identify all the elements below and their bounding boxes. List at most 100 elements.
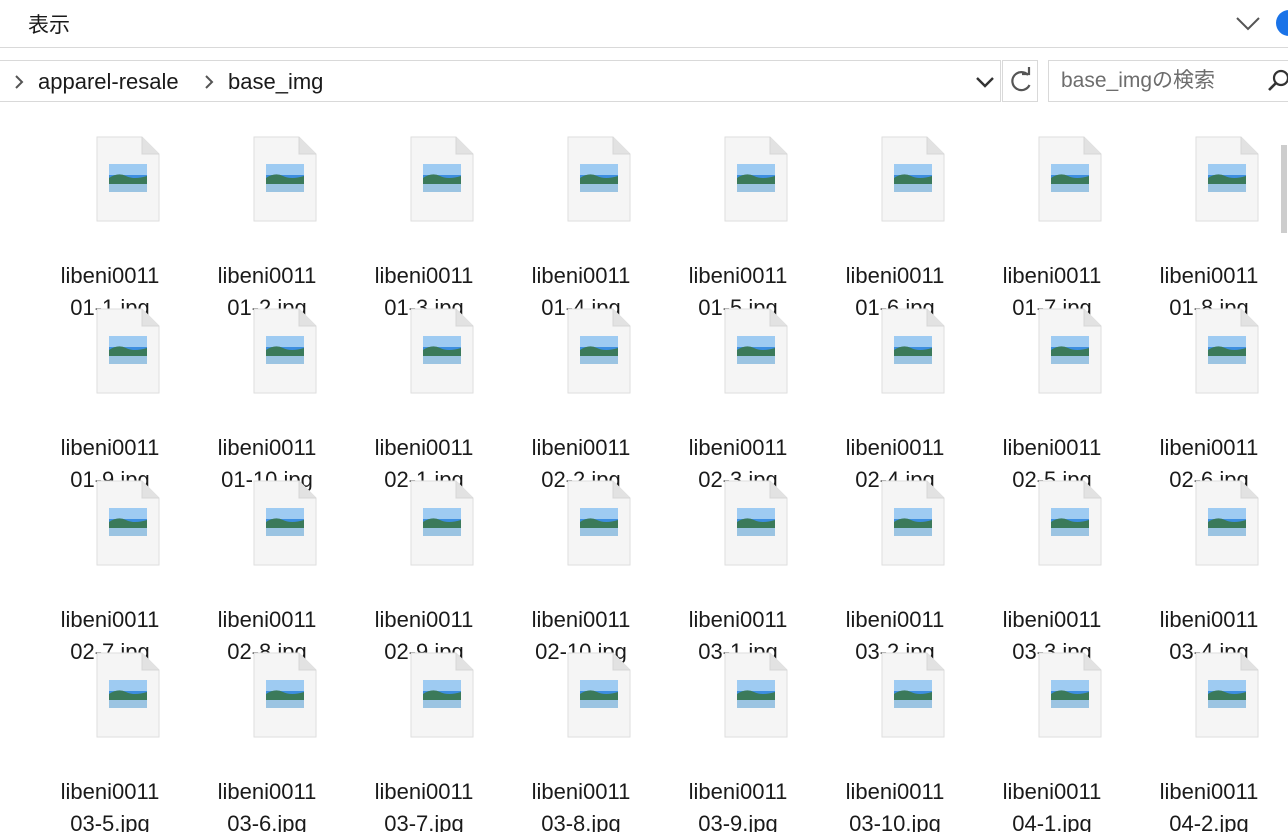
file-item[interactable]: libeni0011 03-4.jpg <box>1131 480 1280 664</box>
file-name-line1: libeni0011 <box>531 607 631 632</box>
file-item[interactable]: libeni0011 03-10.jpg <box>817 652 974 832</box>
file-item[interactable]: libeni0011 02-5.jpg <box>974 308 1131 492</box>
file-name-line1: libeni0011 <box>1002 435 1102 460</box>
address-bar[interactable]: apparel-resale base_img <box>0 60 1001 102</box>
file-name-line2: 04-2.jpg <box>1169 811 1249 832</box>
file-item[interactable]: libeni0011 03-6.jpg <box>189 652 346 832</box>
file-item[interactable]: libeni0011 03-5.jpg <box>32 652 189 832</box>
refresh-button[interactable] <box>1002 60 1038 102</box>
image-file-icon <box>96 136 160 222</box>
file-item[interactable]: libeni0011 03-1.jpg <box>660 480 817 664</box>
image-file-icon <box>724 136 788 222</box>
file-item[interactable]: libeni0011 01-9.jpg <box>32 308 189 492</box>
file-item[interactable]: libeni0011 01-8.jpg <box>1131 136 1280 320</box>
file-item[interactable]: libeni0011 02-2.jpg <box>503 308 660 492</box>
image-file-icon <box>567 480 631 566</box>
image-file-icon <box>881 308 945 394</box>
file-item[interactable]: libeni0011 03-7.jpg <box>346 652 503 832</box>
file-name-line1: libeni0011 <box>1159 607 1259 632</box>
file-name-line1: libeni0011 <box>60 779 160 804</box>
file-name-line1: libeni0011 <box>1002 263 1102 288</box>
file-item[interactable]: libeni0011 04-1.jpg <box>974 652 1131 832</box>
file-name-line1: libeni0011 <box>217 435 317 460</box>
image-file-icon <box>881 136 945 222</box>
image-file-icon <box>410 136 474 222</box>
tab-view[interactable]: 表示 <box>28 9 70 39</box>
file-item[interactable]: libeni0011 01-2.jpg <box>189 136 346 320</box>
file-item[interactable]: libeni0011 01-6.jpg <box>817 136 974 320</box>
file-name-line1: libeni0011 <box>845 263 945 288</box>
image-file-icon <box>410 652 474 738</box>
breadcrumb-apparel-resale[interactable]: apparel-resale <box>38 61 179 103</box>
file-name-line1: libeni0011 <box>217 779 317 804</box>
image-file-icon <box>724 308 788 394</box>
file-name-line1: libeni0011 <box>1002 607 1102 632</box>
file-item[interactable]: libeni0011 02-6.jpg <box>1131 308 1280 492</box>
file-item[interactable]: libeni0011 01-7.jpg <box>974 136 1131 320</box>
refresh-icon <box>1011 67 1031 92</box>
image-file-icon <box>1038 308 1102 394</box>
file-item[interactable]: libeni0011 01-10.jpg <box>189 308 346 492</box>
file-name-line2: 03-7.jpg <box>384 811 464 832</box>
image-file-icon <box>1038 652 1102 738</box>
file-item[interactable]: libeni0011 03-9.jpg <box>660 652 817 832</box>
file-item[interactable]: libeni0011 02-7.jpg <box>32 480 189 664</box>
file-name-line2: 03-6.jpg <box>227 811 307 832</box>
file-view: libeni0011 01-1.jpg libeni0011 01-2.jpg li… <box>0 103 1280 832</box>
file-item[interactable]: libeni0011 03-2.jpg <box>817 480 974 664</box>
image-file-icon <box>724 652 788 738</box>
file-name-line1: libeni0011 <box>374 779 474 804</box>
search-box[interactable] <box>1048 60 1288 102</box>
file-name-line1: libeni0011 <box>374 607 474 632</box>
image-file-icon <box>410 480 474 566</box>
image-file-icon <box>253 652 317 738</box>
image-file-icon <box>1195 480 1259 566</box>
file-name-line1: libeni0011 <box>1159 435 1259 460</box>
file-name-line1: libeni0011 <box>1159 263 1259 288</box>
breadcrumb-base-img[interactable]: base_img <box>228 61 323 103</box>
file-name-line1: libeni0011 <box>60 607 160 632</box>
image-file-icon <box>96 480 160 566</box>
search-input[interactable] <box>1061 61 1261 101</box>
file-item[interactable]: libeni0011 04-2.jpg <box>1131 652 1280 832</box>
file-name: libeni0011 04-2.jpg <box>1114 744 1280 832</box>
file-name-line2: 03-10.jpg <box>849 811 941 832</box>
chevron-right-icon[interactable] <box>202 74 216 90</box>
chevron-down-icon[interactable] <box>972 71 998 93</box>
file-name-line1: libeni0011 <box>217 607 317 632</box>
file-item[interactable]: libeni0011 01-1.jpg <box>32 136 189 320</box>
chevron-right-icon[interactable] <box>12 74 26 90</box>
vertical-scrollbar[interactable] <box>1280 103 1288 832</box>
help-icon[interactable] <box>1276 10 1288 36</box>
image-file-icon <box>567 136 631 222</box>
file-item[interactable]: libeni0011 03-8.jpg <box>503 652 660 832</box>
file-item[interactable]: libeni0011 01-5.jpg <box>660 136 817 320</box>
file-name-line1: libeni0011 <box>531 263 631 288</box>
file-item[interactable]: libeni0011 02-10.jpg <box>503 480 660 664</box>
file-name-line1: libeni0011 <box>688 779 788 804</box>
file-name-line1: libeni0011 <box>845 435 945 460</box>
file-name-line1: libeni0011 <box>531 435 631 460</box>
file-item[interactable]: libeni0011 02-1.jpg <box>346 308 503 492</box>
scroll-thumb[interactable] <box>1281 145 1287 233</box>
file-item[interactable]: libeni0011 02-3.jpg <box>660 308 817 492</box>
file-name-line1: libeni0011 <box>688 435 788 460</box>
file-name-line2: 04-1.jpg <box>1012 811 1092 832</box>
file-name-line1: libeni0011 <box>688 263 788 288</box>
file-name-line1: libeni0011 <box>688 607 788 632</box>
search-icon[interactable] <box>1267 69 1288 93</box>
file-item[interactable]: libeni0011 02-9.jpg <box>346 480 503 664</box>
expand-ribbon-chevron-icon[interactable] <box>1234 10 1262 36</box>
file-item[interactable]: libeni0011 01-3.jpg <box>346 136 503 320</box>
file-name-line1: libeni0011 <box>845 607 945 632</box>
image-file-icon <box>724 480 788 566</box>
image-file-icon <box>881 652 945 738</box>
image-file-icon <box>253 480 317 566</box>
image-file-icon <box>567 308 631 394</box>
file-item[interactable]: libeni0011 03-3.jpg <box>974 480 1131 664</box>
file-name-line1: libeni0011 <box>217 263 317 288</box>
file-item[interactable]: libeni0011 02-8.jpg <box>189 480 346 664</box>
file-item[interactable]: libeni0011 02-4.jpg <box>817 308 974 492</box>
file-name-line2: 03-8.jpg <box>541 811 621 832</box>
file-item[interactable]: libeni0011 01-4.jpg <box>503 136 660 320</box>
